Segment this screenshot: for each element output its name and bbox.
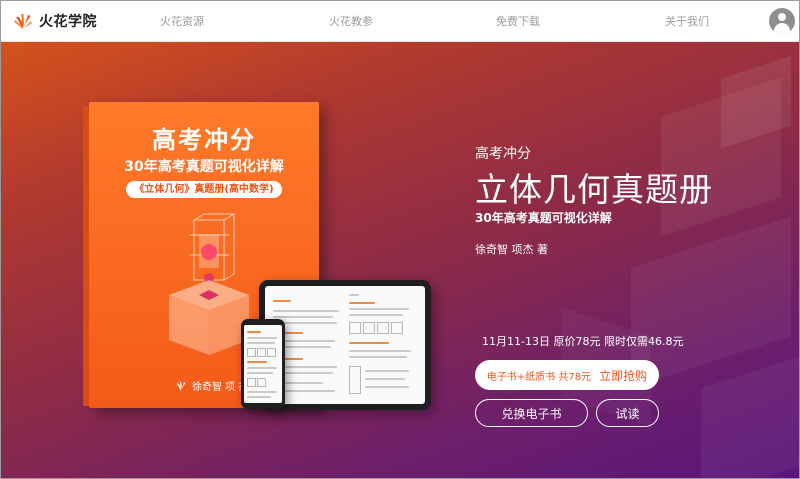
hero-banner: 高考冲分 30年高考真题可视化详解 《立体几何》真题册(高中数学) 徐奇智 项 … xyxy=(1,42,799,478)
phone-screen xyxy=(244,325,282,403)
hero-subtitle: 30年高考真题可视化详解 xyxy=(475,211,612,225)
redeem-ebook-button[interactable]: 兑换电子书 xyxy=(475,399,588,427)
book-cover-tag: 《立体几何》真题册(高中数学) xyxy=(126,181,282,198)
avatar-body xyxy=(774,23,790,34)
bg-cube xyxy=(701,355,799,478)
buy-now-label: 立即抢购 xyxy=(599,368,648,383)
nav-item-about[interactable]: 关于我们 xyxy=(665,13,709,29)
top-nav: 火花学院 火花资源 火花教参 免费下载 关于我们 xyxy=(1,1,799,42)
avatar-head xyxy=(778,13,786,21)
hero-authors: 徐奇智 项杰 著 xyxy=(475,243,548,256)
phone-mockup xyxy=(241,319,285,409)
nav-item-download[interactable]: 免费下载 xyxy=(496,13,540,29)
tablet-screen xyxy=(265,286,425,404)
page: 火花学院 火花资源 火花教参 免费下载 关于我们 高考冲分 30年高考真题可视化… xyxy=(0,0,800,479)
bg-cube xyxy=(631,216,791,388)
buy-now-button[interactable]: 电子书+纸质书 共78元 立即抢购 xyxy=(475,360,659,390)
buy-combo-label: 电子书+纸质书 共78元 xyxy=(486,371,592,383)
nav-item-resources[interactable]: 火花资源 xyxy=(160,13,204,29)
spark-logo-icon xyxy=(176,381,186,391)
spark-logo-icon xyxy=(14,14,32,29)
brand-logo[interactable]: 火花学院 xyxy=(13,10,97,32)
book-cover-subtitle: 30年高考真题可视化详解 xyxy=(124,159,284,175)
promo-text: 11月11-13日 原价78元 限时仅需46.8元 xyxy=(482,335,684,348)
brand-name: 火花学院 xyxy=(39,14,97,30)
nav-item-teaching[interactable]: 火花教参 xyxy=(329,13,373,29)
hero-title: 立体几何真题册 xyxy=(475,170,713,209)
trial-read-button[interactable]: 试读 xyxy=(596,399,659,427)
user-avatar-icon[interactable] xyxy=(769,8,795,34)
hero-eyebrow: 高考冲分 xyxy=(475,146,531,162)
book-cover-title: 高考冲分 xyxy=(152,126,256,154)
